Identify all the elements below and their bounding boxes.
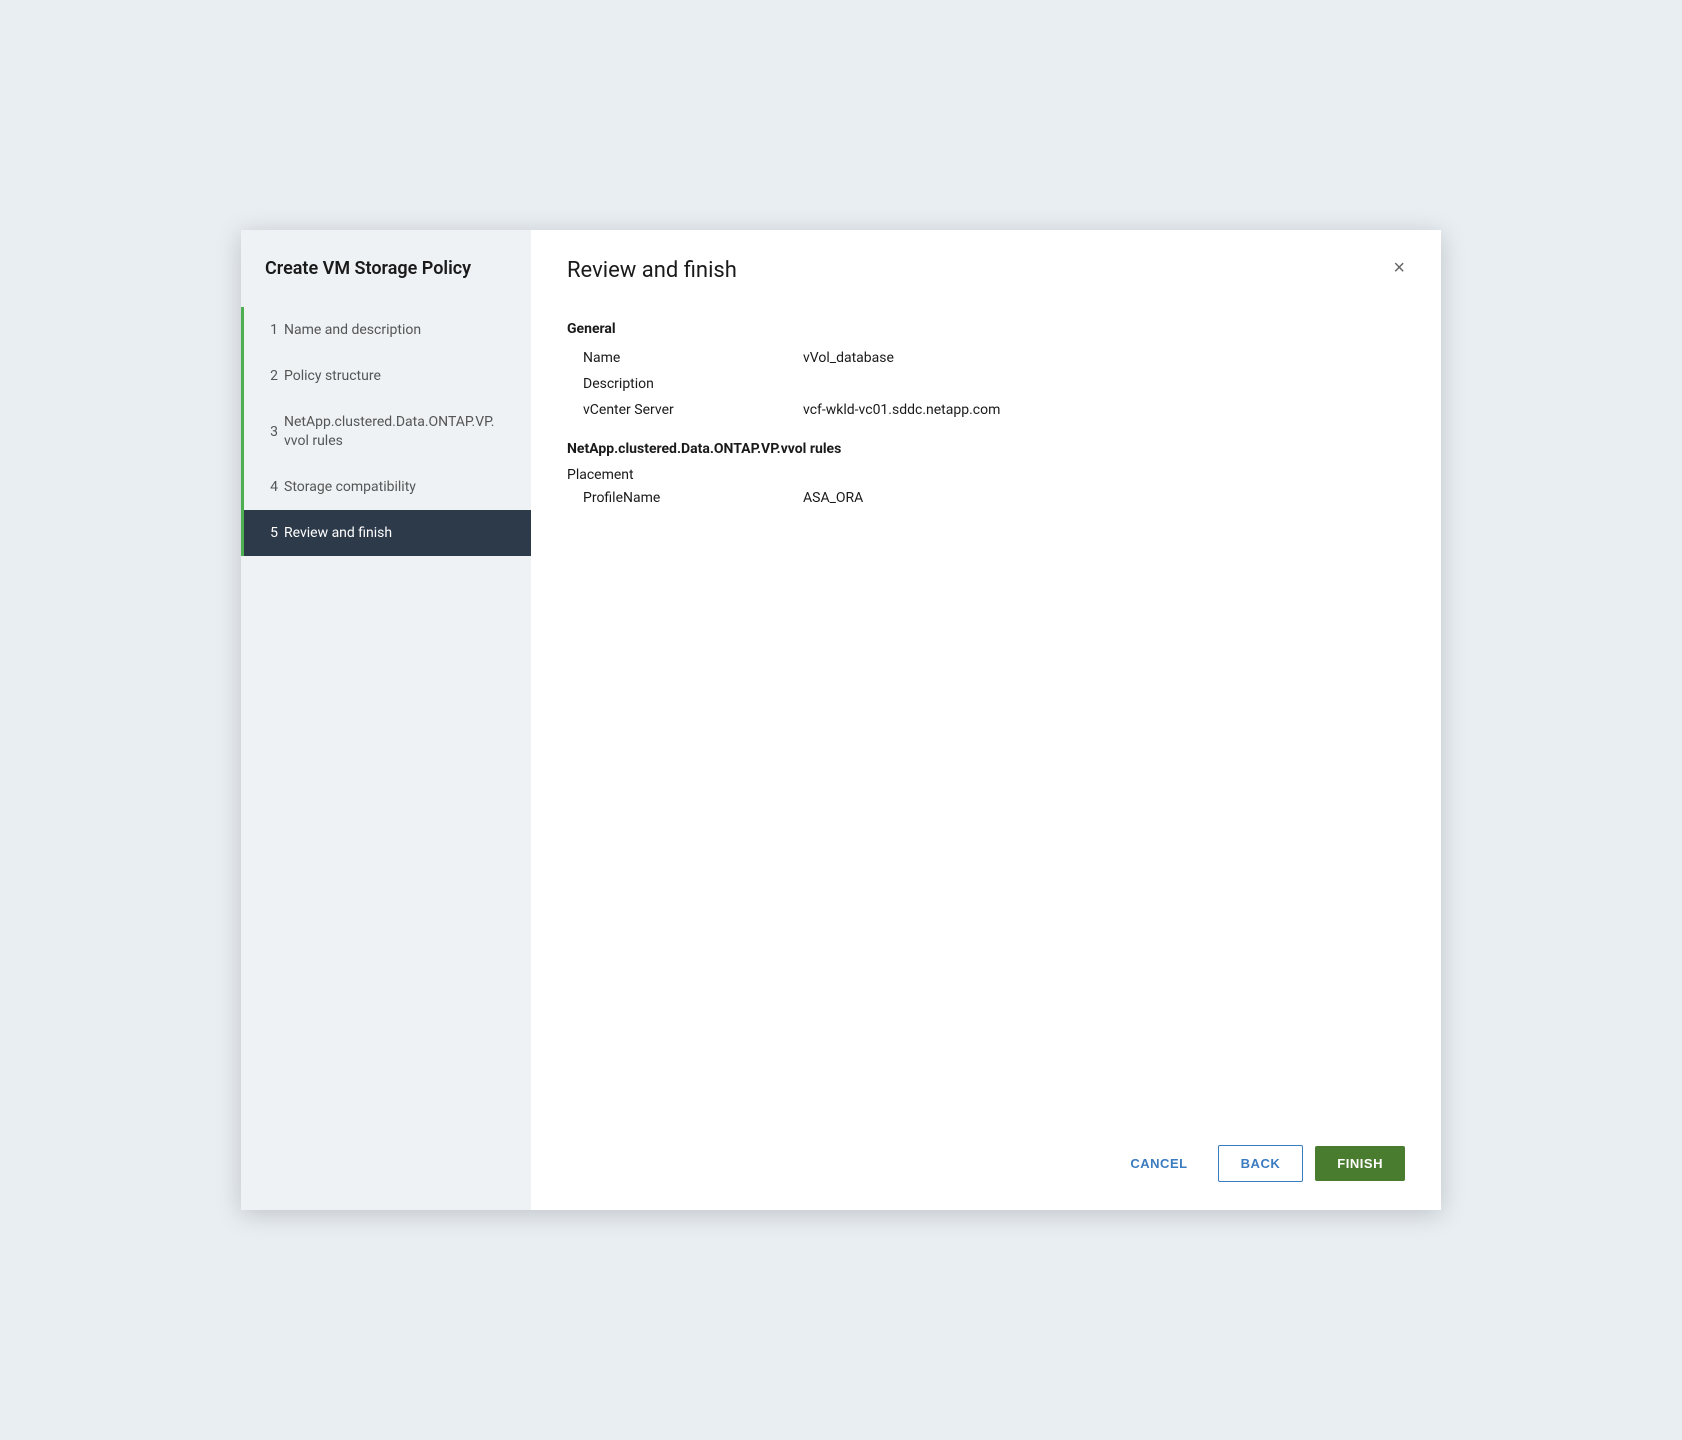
sidebar-step-1[interactable]: 1Name and description [241, 307, 531, 353]
sidebar-step-2[interactable]: 2Policy structure [241, 353, 531, 399]
page-title: Review and finish [567, 258, 737, 283]
field-value-name: vVol_database [803, 350, 894, 366]
field-value-profilename: ASA_ORA [803, 490, 863, 506]
sidebar-step-4[interactable]: 4Storage compatibility [241, 464, 531, 510]
step-number-2: 2 [244, 368, 284, 384]
sidebar-steps: 1Name and description2Policy structure3N… [241, 307, 531, 556]
field-row-profilename: ProfileName ASA_ORA [567, 485, 1405, 511]
step-number-1: 1 [244, 322, 284, 338]
create-vm-storage-policy-dialog: Create VM Storage Policy 1Name and descr… [241, 230, 1441, 1210]
step-number-4: 4 [244, 479, 284, 495]
main-body: General Name vVol_database Description v… [531, 301, 1441, 1125]
step-number-3: 3 [244, 424, 284, 440]
field-label-vcenter: vCenter Server [583, 402, 803, 418]
field-row-vcenter: vCenter Server vcf-wkld-vc01.sddc.netapp… [567, 397, 1405, 423]
step-label-3: NetApp.clustered.Data.ONTAP.VP. vvol rul… [284, 413, 511, 449]
general-section-header: General [567, 321, 1405, 337]
step-label-2: Policy structure [284, 367, 381, 385]
field-row-name: Name vVol_database [567, 345, 1405, 371]
step-label-4: Storage compatibility [284, 478, 416, 496]
field-label-profilename: ProfileName [583, 490, 803, 506]
field-label-description: Description [583, 376, 803, 392]
sidebar-step-5[interactable]: 5Review and finish [241, 510, 531, 556]
sidebar: Create VM Storage Policy 1Name and descr… [241, 230, 531, 1210]
rules-section-header: NetApp.clustered.Data.ONTAP.VP.vvol rule… [567, 441, 1405, 457]
close-button[interactable]: × [1393, 258, 1405, 278]
finish-button[interactable]: FINISH [1315, 1146, 1405, 1181]
sidebar-step-3[interactable]: 3NetApp.clustered.Data.ONTAP.VP. vvol ru… [241, 399, 531, 463]
step-label-1: Name and description [284, 321, 421, 339]
field-label-name: Name [583, 350, 803, 366]
back-button[interactable]: BACK [1218, 1145, 1304, 1182]
field-value-vcenter: vcf-wkld-vc01.sddc.netapp.com [803, 402, 1000, 418]
step-number-5: 5 [244, 525, 284, 541]
step-label-5: Review and finish [284, 524, 392, 542]
placement-label: Placement [567, 461, 1405, 485]
cancel-button[interactable]: CANCEL [1112, 1146, 1205, 1181]
main-header: Review and finish × [531, 230, 1441, 301]
main-footer: CANCEL BACK FINISH [531, 1125, 1441, 1210]
sidebar-title: Create VM Storage Policy [241, 230, 531, 307]
main-content: Review and finish × General Name vVol_da… [531, 230, 1441, 1210]
field-row-description: Description [567, 371, 1405, 397]
